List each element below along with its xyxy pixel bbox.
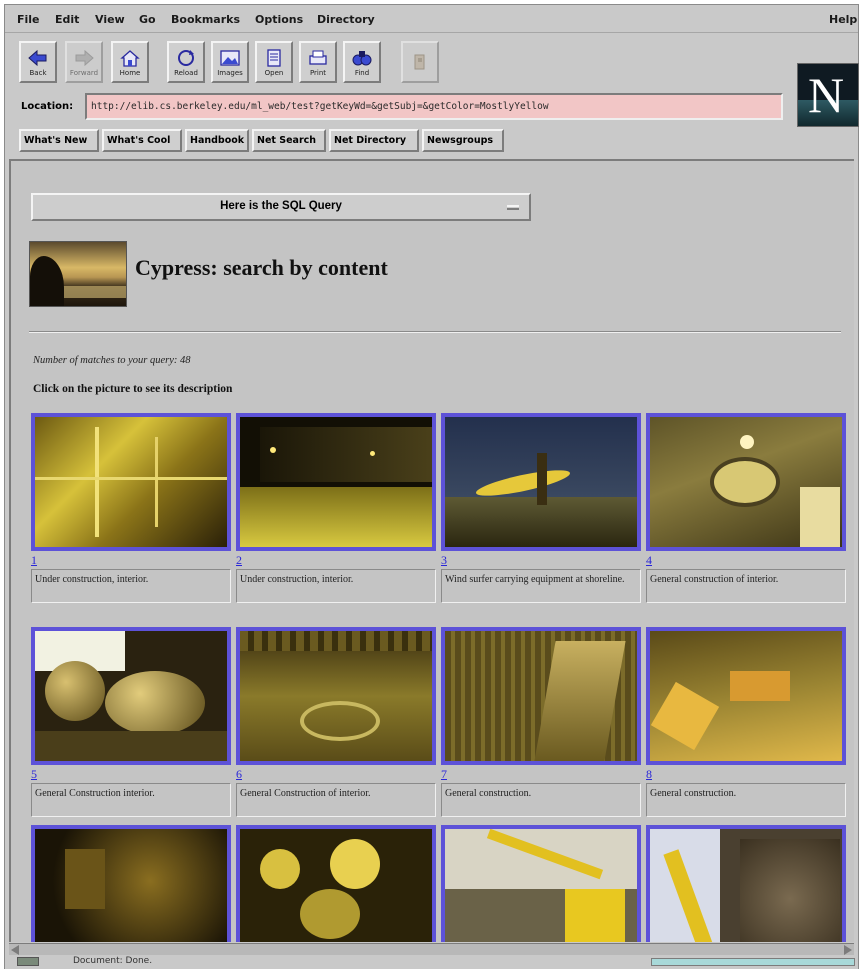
images-icon — [220, 49, 240, 66]
result-caption: General construction. — [441, 783, 641, 817]
find-icon — [352, 50, 372, 65]
result-caption: General Construction interior. — [31, 783, 231, 817]
result-number-link[interactable]: 3 — [441, 553, 447, 568]
cypress-logo-image — [29, 241, 127, 307]
whats-cool-button[interactable]: What's Cool — [102, 129, 182, 152]
result-caption: General construction. — [646, 783, 846, 817]
instruction-text: Click on the picture to see its descript… — [33, 383, 233, 395]
result-photo[interactable] — [441, 627, 641, 765]
print-button[interactable]: Print — [299, 41, 337, 83]
result-caption: Wind surfer carrying equipment at shorel… — [441, 569, 641, 603]
location-field[interactable]: http://elib.cs.berkeley.edu/ml_web/test?… — [85, 93, 783, 120]
status-bar: Document: Done. — [5, 955, 858, 969]
scroll-right-arrow-icon[interactable] — [844, 945, 852, 955]
result-photo[interactable] — [646, 413, 846, 551]
menu-options[interactable]: Options — [255, 13, 303, 26]
result-photo[interactable] — [236, 825, 436, 942]
result-photo[interactable] — [646, 627, 846, 765]
result-number-link[interactable]: 5 — [31, 767, 37, 782]
result-photo[interactable] — [31, 825, 231, 942]
forward-button[interactable]: Forward — [65, 41, 103, 83]
menu-bookmarks[interactable]: Bookmarks — [171, 13, 240, 26]
result-number-link[interactable]: 1 — [31, 553, 37, 568]
stop-button[interactable] — [401, 41, 439, 83]
handbook-button[interactable]: Handbook — [185, 129, 249, 152]
back-label: Back — [29, 68, 47, 77]
result-caption: Under construction, interior. — [31, 569, 231, 603]
net-search-button[interactable]: Net Search — [252, 129, 326, 152]
newsgroups-button[interactable]: Newsgroups — [422, 129, 504, 152]
back-arrow-icon — [28, 49, 47, 66]
browser-window: File Edit View Go Bookmarks Options Dire… — [4, 4, 859, 969]
find-label: Find — [354, 68, 370, 77]
result-caption: Under construction, interior. — [236, 569, 436, 603]
stop-icon — [414, 54, 425, 69]
home-label: Home — [119, 68, 141, 77]
menu-go[interactable]: Go — [139, 13, 156, 26]
back-button[interactable]: Back — [19, 41, 57, 83]
result-caption: General Construction of interior. — [236, 783, 436, 817]
images-label: Images — [217, 68, 243, 77]
menu-directory[interactable]: Directory — [317, 13, 375, 26]
open-icon — [267, 48, 281, 67]
option-menu-indicator-icon — [507, 205, 519, 210]
match-count: Number of matches to your query: 48 — [33, 355, 191, 366]
open-button[interactable]: Open — [255, 41, 293, 83]
location-label: Location: — [21, 101, 74, 112]
result-caption: General construction of interior. — [646, 569, 846, 603]
menu-file[interactable]: File — [17, 13, 40, 26]
result-photo[interactable] — [31, 413, 231, 551]
horizontal-scrollbar[interactable] — [9, 943, 854, 955]
result-number-link[interactable]: 6 — [236, 767, 242, 782]
netscape-logo[interactable]: N — [797, 63, 859, 127]
logo-n-letter: N — [808, 67, 845, 123]
result-number-link[interactable]: 8 — [646, 767, 652, 782]
logo-water — [60, 286, 126, 298]
menu-view[interactable]: View — [95, 13, 125, 26]
print-icon — [309, 50, 327, 65]
result-photo[interactable] — [31, 627, 231, 765]
result-photo[interactable] — [236, 413, 436, 551]
forward-arrow-icon — [75, 49, 94, 66]
page-title: Cypress: search by content — [135, 255, 388, 280]
result-number-link[interactable]: 4 — [646, 553, 652, 568]
status-text: Document: Done. — [73, 956, 153, 966]
forward-label: Forward — [69, 68, 99, 77]
menu-help[interactable]: Help — [829, 13, 857, 26]
find-button[interactable]: Find — [343, 41, 381, 83]
reload-label: Reload — [174, 68, 198, 77]
whats-new-button[interactable]: What's New — [19, 129, 99, 152]
result-photo[interactable] — [441, 825, 641, 942]
sql-query-label: Here is the SQL Query — [220, 200, 342, 212]
home-icon — [120, 49, 140, 67]
result-photo[interactable] — [646, 825, 846, 942]
result-number-link[interactable]: 2 — [236, 553, 242, 568]
logo-tree — [30, 256, 64, 306]
print-label: Print — [309, 68, 327, 77]
scroll-left-arrow-icon[interactable] — [11, 945, 19, 955]
result-photo[interactable] — [236, 627, 436, 765]
reload-icon — [178, 49, 194, 66]
result-number-link[interactable]: 7 — [441, 767, 447, 782]
menu-bar: File Edit View Go Bookmarks Options Dire… — [5, 5, 858, 33]
menu-edit[interactable]: Edit — [55, 13, 79, 26]
open-label: Open — [264, 68, 284, 77]
progress-bar — [651, 958, 855, 966]
security-key-icon[interactable] — [17, 957, 39, 966]
reload-button[interactable]: Reload — [167, 41, 205, 83]
net-directory-button[interactable]: Net Directory — [329, 129, 419, 152]
divider — [29, 331, 841, 333]
home-button[interactable]: Home — [111, 41, 149, 83]
page-content: Here is the SQL Query Cypress: search by… — [9, 159, 854, 942]
images-button[interactable]: Images — [211, 41, 249, 83]
result-photo[interactable] — [441, 413, 641, 551]
sql-query-button[interactable]: Here is the SQL Query — [31, 193, 531, 221]
